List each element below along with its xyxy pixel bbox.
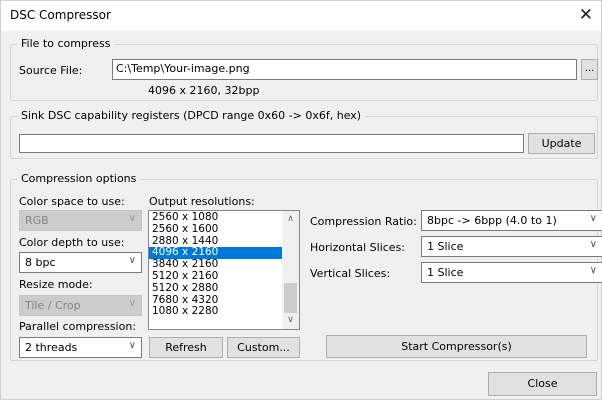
scrollbar-thumb[interactable]	[284, 283, 297, 313]
resize-mode-label: Resize mode:	[19, 278, 93, 291]
vertical-slices-label: Vertical Slices:	[310, 267, 391, 280]
close-button[interactable]: Close	[488, 372, 597, 396]
vertical-slices-select[interactable]: 1 Slice ∨	[421, 262, 602, 283]
list-item[interactable]: 5120 x 2160	[149, 270, 283, 283]
resolutions-scrollbar[interactable]: ∧ ∨	[282, 211, 299, 329]
compression-options-label: Compression options	[17, 172, 141, 185]
chevron-down-icon: ∨	[589, 213, 597, 224]
list-item[interactable]: 1080 x 2280	[149, 306, 283, 318]
color-depth-value: 8 bpc	[25, 256, 56, 269]
source-file-label: Source File:	[19, 64, 83, 77]
start-compressor-button[interactable]: Start Compressor(s)	[326, 335, 587, 358]
chevron-down-icon: ∨	[128, 213, 136, 224]
chevron-down-icon: ∨	[128, 255, 136, 266]
color-space-label: Color space to use:	[19, 195, 125, 208]
sink-dsc-input[interactable]	[19, 134, 524, 153]
title-bar: DSC Compressor ✕	[1, 1, 601, 31]
window-title: DSC Compressor	[10, 8, 111, 22]
close-window-icon[interactable]: ✕	[579, 5, 593, 25]
color-depth-label: Color depth to use:	[19, 236, 125, 249]
scroll-up-icon[interactable]: ∧	[282, 211, 299, 228]
source-file-input[interactable]: C:\Temp\Your-image.png	[112, 59, 577, 80]
color-space-select[interactable]: RGB ∨	[19, 210, 142, 231]
dsc-compressor-window: DSC Compressor ✕ File to compress Source…	[0, 0, 602, 400]
update-button[interactable]: Update	[528, 133, 595, 154]
browse-button[interactable]: ...	[581, 59, 598, 80]
parallel-compression-label: Parallel compression:	[19, 320, 137, 333]
sink-dsc-label: Sink DSC capability registers (DPCD rang…	[17, 109, 366, 122]
list-item[interactable]: 5120 x 2880	[149, 282, 283, 295]
compression-ratio-value: 8bpc -> 6bpp (4.0 to 1)	[427, 214, 557, 227]
custom-button[interactable]: Custom...	[227, 337, 300, 358]
output-resolutions-list[interactable]: 2560 x 1080 2560 x 1600 2880 x 1440 4096 x …	[148, 210, 300, 330]
horizontal-slices-label: Horizontal Slices:	[310, 241, 406, 254]
resolution-items: 2560 x 1080 2560 x 1600 2880 x 1440 4096 x …	[149, 211, 283, 318]
horizontal-slices-select[interactable]: 1 Slice ∨	[421, 236, 602, 257]
resize-mode-select[interactable]: Tile / Crop ∨	[19, 295, 142, 316]
scroll-down-icon[interactable]: ∨	[282, 312, 299, 329]
chevron-down-icon: ∨	[589, 239, 597, 250]
parallel-compression-value: 2 threads	[25, 341, 78, 354]
refresh-button[interactable]: Refresh	[149, 337, 223, 358]
chevron-down-icon: ∨	[589, 265, 597, 276]
color-depth-select[interactable]: 8 bpc ∨	[19, 252, 142, 273]
resize-mode-value: Tile / Crop	[25, 299, 81, 312]
compression-ratio-label: Compression Ratio:	[310, 215, 417, 228]
chevron-down-icon: ∨	[128, 298, 136, 309]
vertical-slices-value: 1 Slice	[427, 266, 464, 279]
output-resolutions-label: Output resolutions:	[149, 195, 255, 208]
chevron-down-icon: ∨	[128, 340, 136, 351]
compression-ratio-select[interactable]: 8bpc -> 6bpp (4.0 to 1) ∨	[421, 210, 602, 231]
color-space-value: RGB	[25, 214, 49, 227]
horizontal-slices-value: 1 Slice	[427, 240, 464, 253]
file-to-compress-label: File to compress	[17, 37, 115, 50]
list-item[interactable]: 2560 x 1600	[149, 223, 283, 236]
parallel-compression-select[interactable]: 2 threads ∨	[19, 337, 142, 358]
image-info: 4096 x 2160, 32bpp	[148, 84, 260, 97]
